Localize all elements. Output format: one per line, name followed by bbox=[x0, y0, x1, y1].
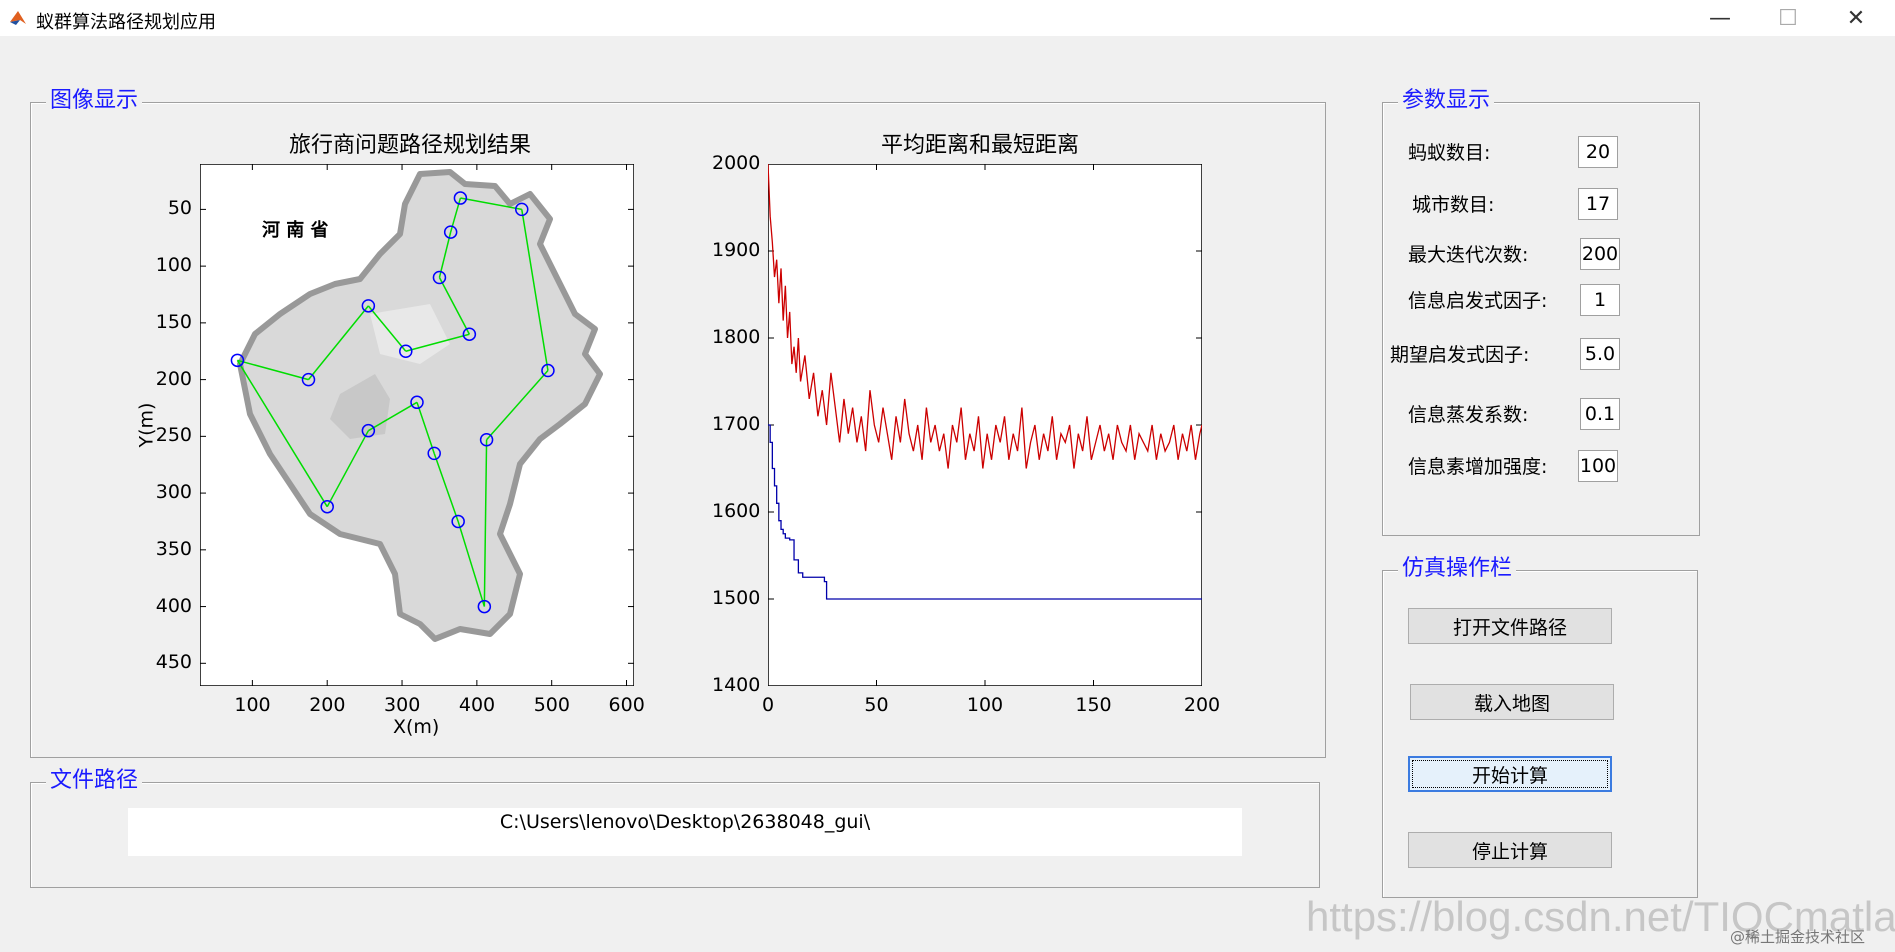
distance-y-tick-label: 1400 bbox=[712, 674, 761, 696]
stop-compute-button[interactable]: 停止计算 bbox=[1408, 832, 1612, 868]
param-label: 蚂蚁数目: bbox=[1408, 142, 1491, 164]
param-value-field[interactable]: 5.0 bbox=[1580, 338, 1620, 370]
distance-plot bbox=[768, 164, 1202, 686]
map-x-tick-label: 100 bbox=[234, 694, 271, 716]
start-compute-button[interactable]: 开始计算 bbox=[1408, 756, 1612, 792]
map-x-tick-label: 300 bbox=[384, 694, 421, 716]
param-value-field[interactable]: 20 bbox=[1578, 136, 1618, 168]
param-value-field[interactable]: 100 bbox=[1578, 450, 1618, 482]
map-y-tick-label: 300 bbox=[155, 481, 192, 504]
map-x-tick-label: 400 bbox=[458, 694, 496, 716]
maximize-button[interactable]: ☐ bbox=[1758, 0, 1818, 36]
file-path-display: C:\Users\lenovo\Desktop\2638048_gui\ bbox=[128, 808, 1242, 856]
map-x-tick-label: 500 bbox=[533, 694, 570, 716]
map-y-tick-label: 350 bbox=[155, 537, 192, 560]
distance-y-tick-label: 1900 bbox=[712, 239, 761, 261]
image-panel-title: 图像显示 bbox=[46, 88, 143, 114]
param-label: 信息启发式因子: bbox=[1408, 290, 1548, 312]
map-plot: 河 南 省 bbox=[200, 164, 634, 686]
title-bar: 蚁群算法路径规划应用 — ☐ ✕ bbox=[0, 0, 1895, 36]
param-value-field[interactable]: 0.1 bbox=[1580, 398, 1620, 430]
map-y-tick-label: 50 bbox=[167, 197, 192, 220]
map-y-tick-label: 400 bbox=[155, 594, 192, 617]
param-value-field[interactable]: 17 bbox=[1578, 188, 1618, 220]
map-y-tick-label: 250 bbox=[155, 424, 192, 447]
map-province-label: 河 南 省 bbox=[262, 219, 329, 241]
distance-y-tick-label: 1800 bbox=[712, 326, 761, 348]
param-label: 信息蒸发系数: bbox=[1408, 404, 1529, 426]
param-label: 期望启发式因子: bbox=[1390, 344, 1530, 366]
open-file-path-button[interactable]: 打开文件路径 bbox=[1408, 608, 1612, 644]
distance-y-tick-label: 2000 bbox=[712, 152, 761, 174]
map-y-tick-label: 150 bbox=[155, 310, 192, 333]
file-panel-title: 文件路径 bbox=[46, 768, 143, 794]
distance-x-tick-label: 0 bbox=[761, 694, 775, 716]
param-value-field[interactable]: 1 bbox=[1580, 284, 1620, 316]
distance-y-tick-label: 1500 bbox=[712, 587, 761, 609]
distance-x-tick-label: 100 bbox=[966, 694, 1004, 716]
distance-y-tick-label: 1600 bbox=[712, 500, 761, 522]
close-button[interactable]: ✕ bbox=[1826, 0, 1886, 36]
minimize-button[interactable]: — bbox=[1690, 0, 1750, 36]
map-y-tick-label: 100 bbox=[155, 254, 192, 277]
distance-x-tick-label: 150 bbox=[1075, 694, 1112, 716]
map-x-tick-label: 600 bbox=[608, 694, 645, 716]
window-title: 蚁群算法路径规划应用 bbox=[36, 12, 216, 33]
distance-x-tick-label: 200 bbox=[1183, 694, 1221, 716]
distance-plot-title: 平均距离和最短距离 bbox=[880, 133, 1079, 158]
distance-x-tick-label: 50 bbox=[864, 694, 889, 716]
param-label: 信息素增加强度: bbox=[1408, 456, 1548, 478]
param-value-field[interactable]: 200 bbox=[1580, 238, 1620, 270]
watermark-community: @稀土掘金技术社区 bbox=[1730, 928, 1866, 946]
map-x-label: X(m) bbox=[393, 716, 440, 738]
map-y-label: Y(m) bbox=[135, 402, 158, 448]
params-panel-title: 参数显示 bbox=[1398, 88, 1495, 114]
map-y-tick-label: 450 bbox=[155, 651, 192, 674]
param-label: 城市数目: bbox=[1412, 194, 1495, 216]
map-y-tick-label: 200 bbox=[155, 367, 192, 390]
map-x-tick-label: 200 bbox=[309, 694, 346, 716]
distance-y-tick-label: 1700 bbox=[712, 413, 761, 435]
distance-plot-frame bbox=[768, 164, 1202, 686]
matlab-icon bbox=[10, 11, 26, 25]
load-map-button[interactable]: 载入地图 bbox=[1410, 684, 1614, 720]
map-plot-title: 旅行商问题路径规划结果 bbox=[288, 133, 531, 158]
param-label: 最大迭代次数: bbox=[1408, 244, 1529, 266]
sim-panel-title: 仿真操作栏 bbox=[1398, 556, 1517, 582]
